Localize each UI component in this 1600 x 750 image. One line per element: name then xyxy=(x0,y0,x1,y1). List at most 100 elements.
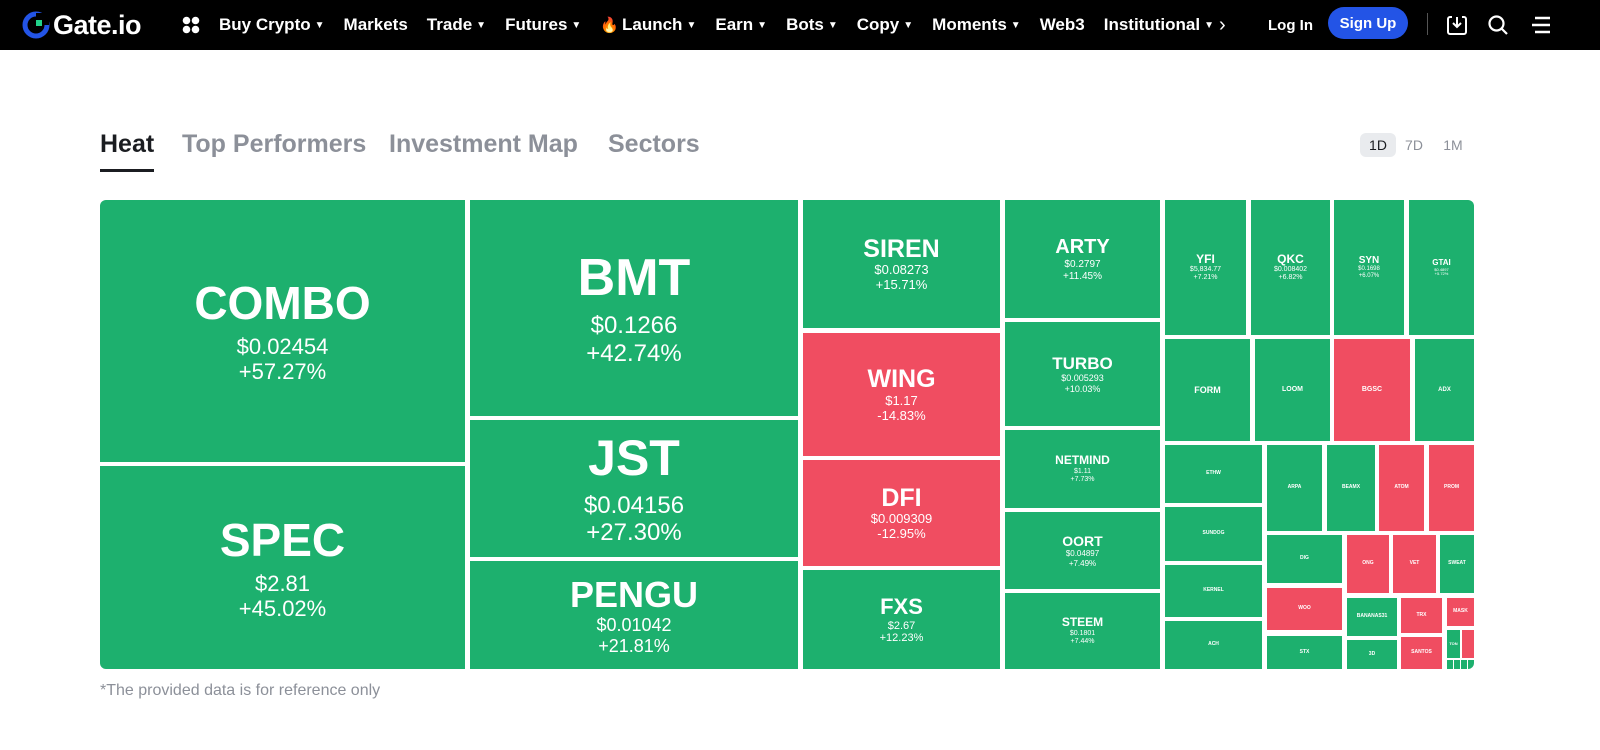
tile-symbol: JST xyxy=(588,430,680,487)
heatmap-tile[interactable]: TURBO $0.005293 +10.03% xyxy=(1005,322,1160,426)
heatmap-tile[interactable]: DIG xyxy=(1267,535,1342,583)
heatmap-tile[interactable]: MASK xyxy=(1447,598,1474,626)
tile-symbol: PROM xyxy=(1444,484,1459,491)
heatmap-tile[interactable]: KERNEL xyxy=(1165,565,1262,617)
heatmap-tile[interactable]: SWEAT xyxy=(1440,535,1474,593)
heatmap-tile[interactable]: BANANAS31 xyxy=(1347,598,1397,636)
heatmap-tile[interactable]: ARPA xyxy=(1267,445,1322,531)
heatmap-tile[interactable] xyxy=(1461,660,1467,669)
signup-button[interactable]: Sign Up xyxy=(1328,7,1408,39)
heatmap-tile[interactable] xyxy=(1454,660,1460,669)
nav-menu-item[interactable]: Earn ▼ xyxy=(715,15,767,35)
heatmap-tile[interactable]: 3D xyxy=(1347,640,1397,669)
logo-text: Gate.io xyxy=(53,9,142,40)
tile-symbol: NETMIND xyxy=(1055,453,1110,468)
heatmap-tile[interactable]: SIREN $0.08273 +15.71% xyxy=(803,200,1000,328)
heatmap-tile[interactable]: ADX xyxy=(1415,339,1474,441)
heatmap-tile[interactable]: YFI $5,834.77 +7.21% xyxy=(1165,200,1246,335)
heatmap-tile[interactable]: ARTY $0.2797 +11.45% xyxy=(1005,200,1160,318)
nav-menu-item[interactable]: 🔥 Launch ▼ xyxy=(600,15,696,35)
tile-price: $2.81 xyxy=(254,570,311,596)
heatmap-tile[interactable]: ETHW xyxy=(1165,445,1262,503)
tile-change: +5.72% xyxy=(1434,271,1449,277)
caret-down-icon: ▼ xyxy=(1204,19,1214,31)
tile-symbol: YFI xyxy=(1196,251,1215,266)
chevron-right-icon[interactable]: › xyxy=(1219,14,1226,37)
heatmap-tile[interactable]: BMT $0.1266 +42.74% xyxy=(470,200,798,416)
period-1m[interactable]: 1M xyxy=(1436,133,1470,157)
nav-menu-label: Buy Crypto xyxy=(219,15,311,34)
top-nav: Gate.io Buy Crypto ▼ Markets Trade ▼ Futures ▼… xyxy=(0,0,1600,50)
heatmap-tile[interactable]: SYN $0.1698 +6.07% xyxy=(1334,200,1404,335)
apps-icon[interactable] xyxy=(182,0,200,50)
nav-menu-item[interactable]: Buy Crypto ▼ xyxy=(219,15,325,35)
heatmap-tile[interactable]: LOOM xyxy=(1255,339,1330,441)
period-7d[interactable]: 7D xyxy=(1398,133,1430,157)
heatmap-tile[interactable]: STX xyxy=(1267,636,1342,669)
search-icon[interactable] xyxy=(1487,0,1509,50)
heatmap-tile[interactable]: ONG xyxy=(1347,535,1389,593)
heatmap-tile[interactable]: JST $0.04156 +27.30% xyxy=(470,420,798,557)
heatmap-tile[interactable]: DFI $0.009309 -12.95% xyxy=(803,460,1000,566)
tile-symbol: SIREN xyxy=(863,234,940,263)
nav-menu-item[interactable]: Futures ▼ xyxy=(505,15,581,35)
tab-top-performers[interactable]: Top Performers xyxy=(182,130,366,159)
heatmap-tile[interactable]: NETMIND $1.11 +7.73% xyxy=(1005,430,1160,508)
tile-symbol: MASK xyxy=(1453,608,1468,615)
download-icon[interactable] xyxy=(1446,0,1468,50)
heatmap-tile[interactable]: WING $1.17 -14.83% xyxy=(803,333,1000,456)
tile-symbol: BEAMX xyxy=(1341,484,1361,491)
heatmap-tile[interactable]: GTAI $0.4897 +5.72% xyxy=(1409,200,1474,335)
tile-symbol: SUNDOG xyxy=(1202,530,1225,537)
tile-symbol: OORT xyxy=(1062,533,1103,550)
nav-menu-item[interactable]: Web3 xyxy=(1040,15,1085,35)
fire-icon: 🔥 xyxy=(600,17,619,34)
heatmap-tile[interactable] xyxy=(1447,660,1453,669)
period-1d[interactable]: 1D xyxy=(1360,133,1396,157)
heatmap-tile[interactable]: PROM xyxy=(1429,445,1474,531)
heatmap-tile[interactable] xyxy=(1468,660,1474,669)
heatmap-tile[interactable]: WOO xyxy=(1267,588,1342,630)
heatmap-tile[interactable]: COMBO $0.02454 +57.27% xyxy=(100,200,465,462)
nav-menu-label: Markets xyxy=(343,15,408,34)
nav-menu-item[interactable]: Institutional ▼ xyxy=(1104,15,1214,35)
heatmap-tile[interactable]: BGSC xyxy=(1334,339,1410,441)
heatmap-tile[interactable]: TRX xyxy=(1401,598,1442,633)
tile-symbol: WOO xyxy=(1298,605,1311,612)
heatmap-tile[interactable]: OORT $0.04897 +7.49% xyxy=(1005,512,1160,589)
heatmap-tile[interactable]: TON xyxy=(1447,630,1460,658)
tab-heat[interactable]: Heat xyxy=(100,130,154,159)
nav-menu-item[interactable]: Trade ▼ xyxy=(427,15,486,35)
heatmap-tile[interactable]: STEEM $0.1801 +7.44% xyxy=(1005,593,1160,669)
tile-symbol: SWEAT xyxy=(1448,560,1466,567)
heatmap-tile[interactable]: SANTOS xyxy=(1401,637,1442,669)
heatmap-tile[interactable]: VET xyxy=(1393,535,1436,593)
heatmap-tile[interactable] xyxy=(1462,630,1474,658)
heatmap-tile[interactable]: SPEC $2.81 +45.02% xyxy=(100,466,465,669)
heatmap-tile[interactable]: ACH xyxy=(1165,621,1262,669)
heatmap-tile[interactable]: BEAMX xyxy=(1327,445,1375,531)
tile-change: +7.73% xyxy=(1070,475,1095,483)
tile-price: $0.02454 xyxy=(236,334,329,360)
login-link[interactable]: Log In xyxy=(1268,0,1313,50)
nav-menu-item[interactable]: Copy ▼ xyxy=(857,15,913,35)
active-tab-underline xyxy=(100,169,154,172)
nav-menu-item[interactable]: Moments ▼ xyxy=(932,15,1021,35)
nav-menu-item[interactable]: Bots ▼ xyxy=(786,15,838,35)
heatmap-tile[interactable]: ATOM xyxy=(1379,445,1424,531)
tab-investment-map[interactable]: Investment Map xyxy=(389,130,578,159)
caret-down-icon: ▼ xyxy=(571,19,582,31)
heatmap-tile[interactable]: FORM xyxy=(1165,339,1250,441)
gate-logo[interactable]: Gate.io xyxy=(22,0,142,50)
heatmap-tile[interactable]: FXS $2.67 +12.23% xyxy=(803,570,1000,669)
heatmap-tile[interactable]: PENGU $0.01042 +21.81% xyxy=(470,561,798,669)
tab-sectors[interactable]: Sectors xyxy=(608,130,700,159)
tile-change: -14.83% xyxy=(877,407,926,423)
tile-symbol: ONG xyxy=(1362,560,1374,567)
heatmap-tile[interactable]: SUNDOG xyxy=(1165,507,1262,561)
nav-menu-label: Futures xyxy=(505,15,568,34)
heatmap-tile[interactable]: QKC $0.008402 +6.82% xyxy=(1251,200,1330,335)
nav-menu-item[interactable]: Markets xyxy=(344,15,408,35)
tile-price: $0.005293 xyxy=(1061,373,1104,384)
hamburger-menu-icon[interactable] xyxy=(1529,0,1551,50)
